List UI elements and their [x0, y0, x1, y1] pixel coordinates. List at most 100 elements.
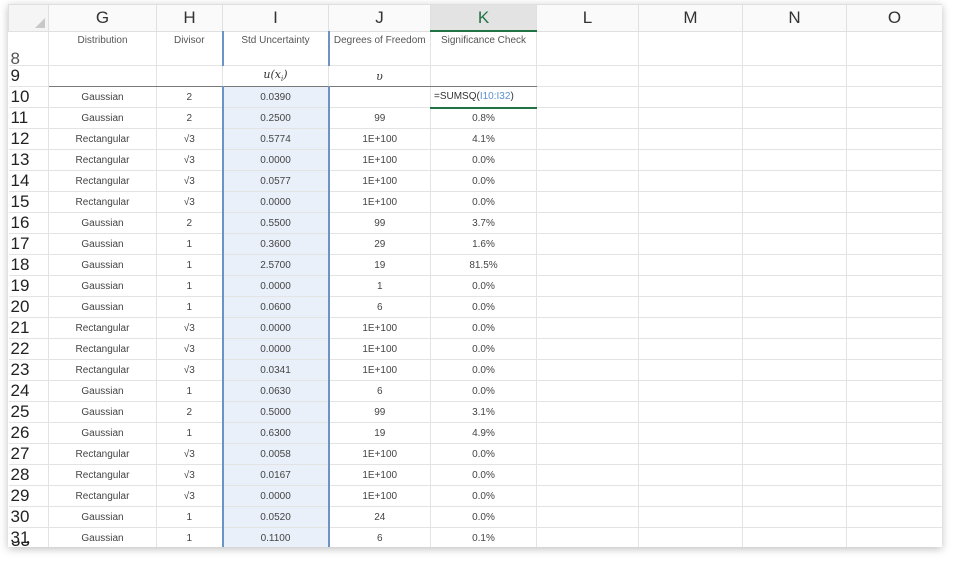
- cell-std-uncertainty[interactable]: 0.0000: [221, 275, 330, 297]
- cell-significance-check[interactable]: 0.0%: [430, 443, 537, 465]
- cell-n12[interactable]: [742, 128, 847, 150]
- cell-j8[interactable]: Degrees of Freedom: [328, 30, 431, 66]
- cell-k9[interactable]: [430, 65, 537, 87]
- row-header[interactable]: 20: [8, 296, 49, 318]
- cell-o24[interactable]: [846, 380, 942, 402]
- cell-m27[interactable]: [638, 443, 743, 465]
- cell-degrees-of-freedom[interactable]: 19: [328, 254, 431, 276]
- cell-l21[interactable]: [536, 317, 639, 339]
- cell-m12[interactable]: [638, 128, 743, 150]
- cell-o26[interactable]: [846, 422, 942, 444]
- cell-o17[interactable]: [846, 233, 942, 255]
- row-header[interactable]: 25: [8, 401, 49, 423]
- cell-significance-check[interactable]: 1.6%: [430, 233, 537, 255]
- cell-degrees-of-freedom[interactable]: 1E+100: [328, 149, 431, 171]
- cell-degrees-of-freedom[interactable]: 99: [328, 107, 431, 129]
- cell-std-uncertainty[interactable]: 0.0520: [221, 506, 330, 528]
- cell-distribution[interactable]: Rectangular: [48, 149, 157, 171]
- cell-distribution[interactable]: Rectangular: [48, 170, 157, 192]
- row-header[interactable]: 13: [8, 149, 49, 171]
- cell-std-uncertainty[interactable]: 0.2500: [221, 107, 330, 129]
- cell-m23[interactable]: [638, 359, 743, 381]
- column-header-g[interactable]: G: [48, 4, 157, 32]
- cell-significance-check[interactable]: 0.0%: [430, 506, 537, 528]
- cell-m21[interactable]: [638, 317, 743, 339]
- active-formula-cell[interactable]: =SUMSQ(I10:I32): [430, 86, 537, 109]
- cell-m29[interactable]: [638, 485, 743, 507]
- cell-l27[interactable]: [536, 443, 639, 465]
- cell-degrees-of-freedom[interactable]: 1E+100: [328, 464, 431, 486]
- cell-significance-check[interactable]: 0.0%: [430, 359, 537, 381]
- cell-std-uncertainty[interactable]: 0.0341: [221, 359, 330, 381]
- cell-std-uncertainty[interactable]: 0.0058: [221, 443, 330, 465]
- cell-std-uncertainty[interactable]: 2.5700: [221, 254, 330, 276]
- column-header-m[interactable]: M: [638, 4, 743, 32]
- cell-divisor[interactable]: 2: [156, 107, 223, 129]
- cell-std-uncertainty[interactable]: 0.0000: [221, 485, 330, 507]
- cell-std-uncertainty[interactable]: 0.0000: [221, 149, 330, 171]
- cell-n29[interactable]: [742, 485, 847, 507]
- cell-divisor[interactable]: 2: [156, 86, 223, 108]
- cell-o12[interactable]: [846, 128, 942, 150]
- cell-distribution[interactable]: Rectangular: [48, 485, 157, 507]
- cell-l10[interactable]: [536, 86, 639, 108]
- cell-divisor[interactable]: 1: [156, 380, 223, 402]
- row-header[interactable]: 30: [8, 506, 49, 528]
- cell-significance-check[interactable]: 81.5%: [430, 254, 537, 276]
- cell-m13[interactable]: [638, 149, 743, 171]
- cell-distribution[interactable]: Rectangular: [48, 191, 157, 213]
- row-header[interactable]: 28: [8, 464, 49, 486]
- cell-n28[interactable]: [742, 464, 847, 486]
- cell-std-uncertainty[interactable]: 0.0000: [221, 317, 330, 339]
- row-header[interactable]: 21: [8, 317, 49, 339]
- cell-divisor[interactable]: 1: [156, 254, 223, 276]
- cell-m25[interactable]: [638, 401, 743, 423]
- cell-distribution[interactable]: Gaussian: [48, 275, 157, 297]
- cell-significance-check[interactable]: 0.8%: [430, 107, 537, 129]
- cell-distribution[interactable]: Gaussian: [48, 401, 157, 423]
- cell-distribution[interactable]: Gaussian: [48, 506, 157, 528]
- cell-std-uncertainty[interactable]: 0.0000: [221, 338, 330, 360]
- cell-o10[interactable]: [846, 86, 942, 108]
- row-header[interactable]: 27: [8, 443, 49, 465]
- cell-distribution[interactable]: Gaussian: [48, 233, 157, 255]
- cell-n18[interactable]: [742, 254, 847, 276]
- cell-divisor[interactable]: √3: [156, 191, 223, 213]
- cell-distribution[interactable]: Gaussian: [48, 254, 157, 276]
- cell-o16[interactable]: [846, 212, 942, 234]
- cell-o8[interactable]: [846, 30, 942, 66]
- column-header-i[interactable]: I: [222, 4, 329, 32]
- cell-divisor[interactable]: √3: [156, 464, 223, 486]
- cell-divisor[interactable]: 2: [156, 401, 223, 423]
- cell-divisor[interactable]: √3: [156, 170, 223, 192]
- cell-significance-check[interactable]: 0.0%: [430, 485, 537, 507]
- cell-h8[interactable]: Divisor: [156, 30, 223, 66]
- column-header-n[interactable]: N: [742, 4, 847, 32]
- cell-std-uncertainty[interactable]: 0.0600: [221, 296, 330, 318]
- cell-degrees-of-freedom[interactable]: 24: [328, 506, 431, 528]
- cell-significance-check[interactable]: 0.0%: [430, 191, 537, 213]
- cell-divisor[interactable]: 1: [156, 233, 223, 255]
- column-header-o[interactable]: O: [846, 4, 942, 32]
- cell-o30[interactable]: [846, 506, 942, 528]
- cell-distribution[interactable]: Gaussian: [48, 422, 157, 444]
- cell-n11[interactable]: [742, 107, 847, 129]
- cell-l16[interactable]: [536, 212, 639, 234]
- cell-degrees-of-freedom[interactable]: 1E+100: [328, 359, 431, 381]
- cell-l17[interactable]: [536, 233, 639, 255]
- cell-divisor[interactable]: 1: [156, 506, 223, 528]
- cell-n27[interactable]: [742, 443, 847, 465]
- cell-distribution[interactable]: Gaussian: [48, 296, 157, 318]
- cell-o29[interactable]: [846, 485, 942, 507]
- cell-distribution[interactable]: Rectangular: [48, 317, 157, 339]
- row-header[interactable]: 17: [8, 233, 49, 255]
- cell-divisor[interactable]: 1: [156, 296, 223, 318]
- cell-significance-check[interactable]: 0.0%: [430, 317, 537, 339]
- cell-l20[interactable]: [536, 296, 639, 318]
- cell-o27[interactable]: [846, 443, 942, 465]
- cell-l11[interactable]: [536, 107, 639, 129]
- cell-degrees-of-freedom[interactable]: 99: [328, 212, 431, 234]
- cell-degrees-of-freedom[interactable]: 1E+100: [328, 170, 431, 192]
- cell-divisor[interactable]: √3: [156, 128, 223, 150]
- cell-o9[interactable]: [846, 65, 942, 87]
